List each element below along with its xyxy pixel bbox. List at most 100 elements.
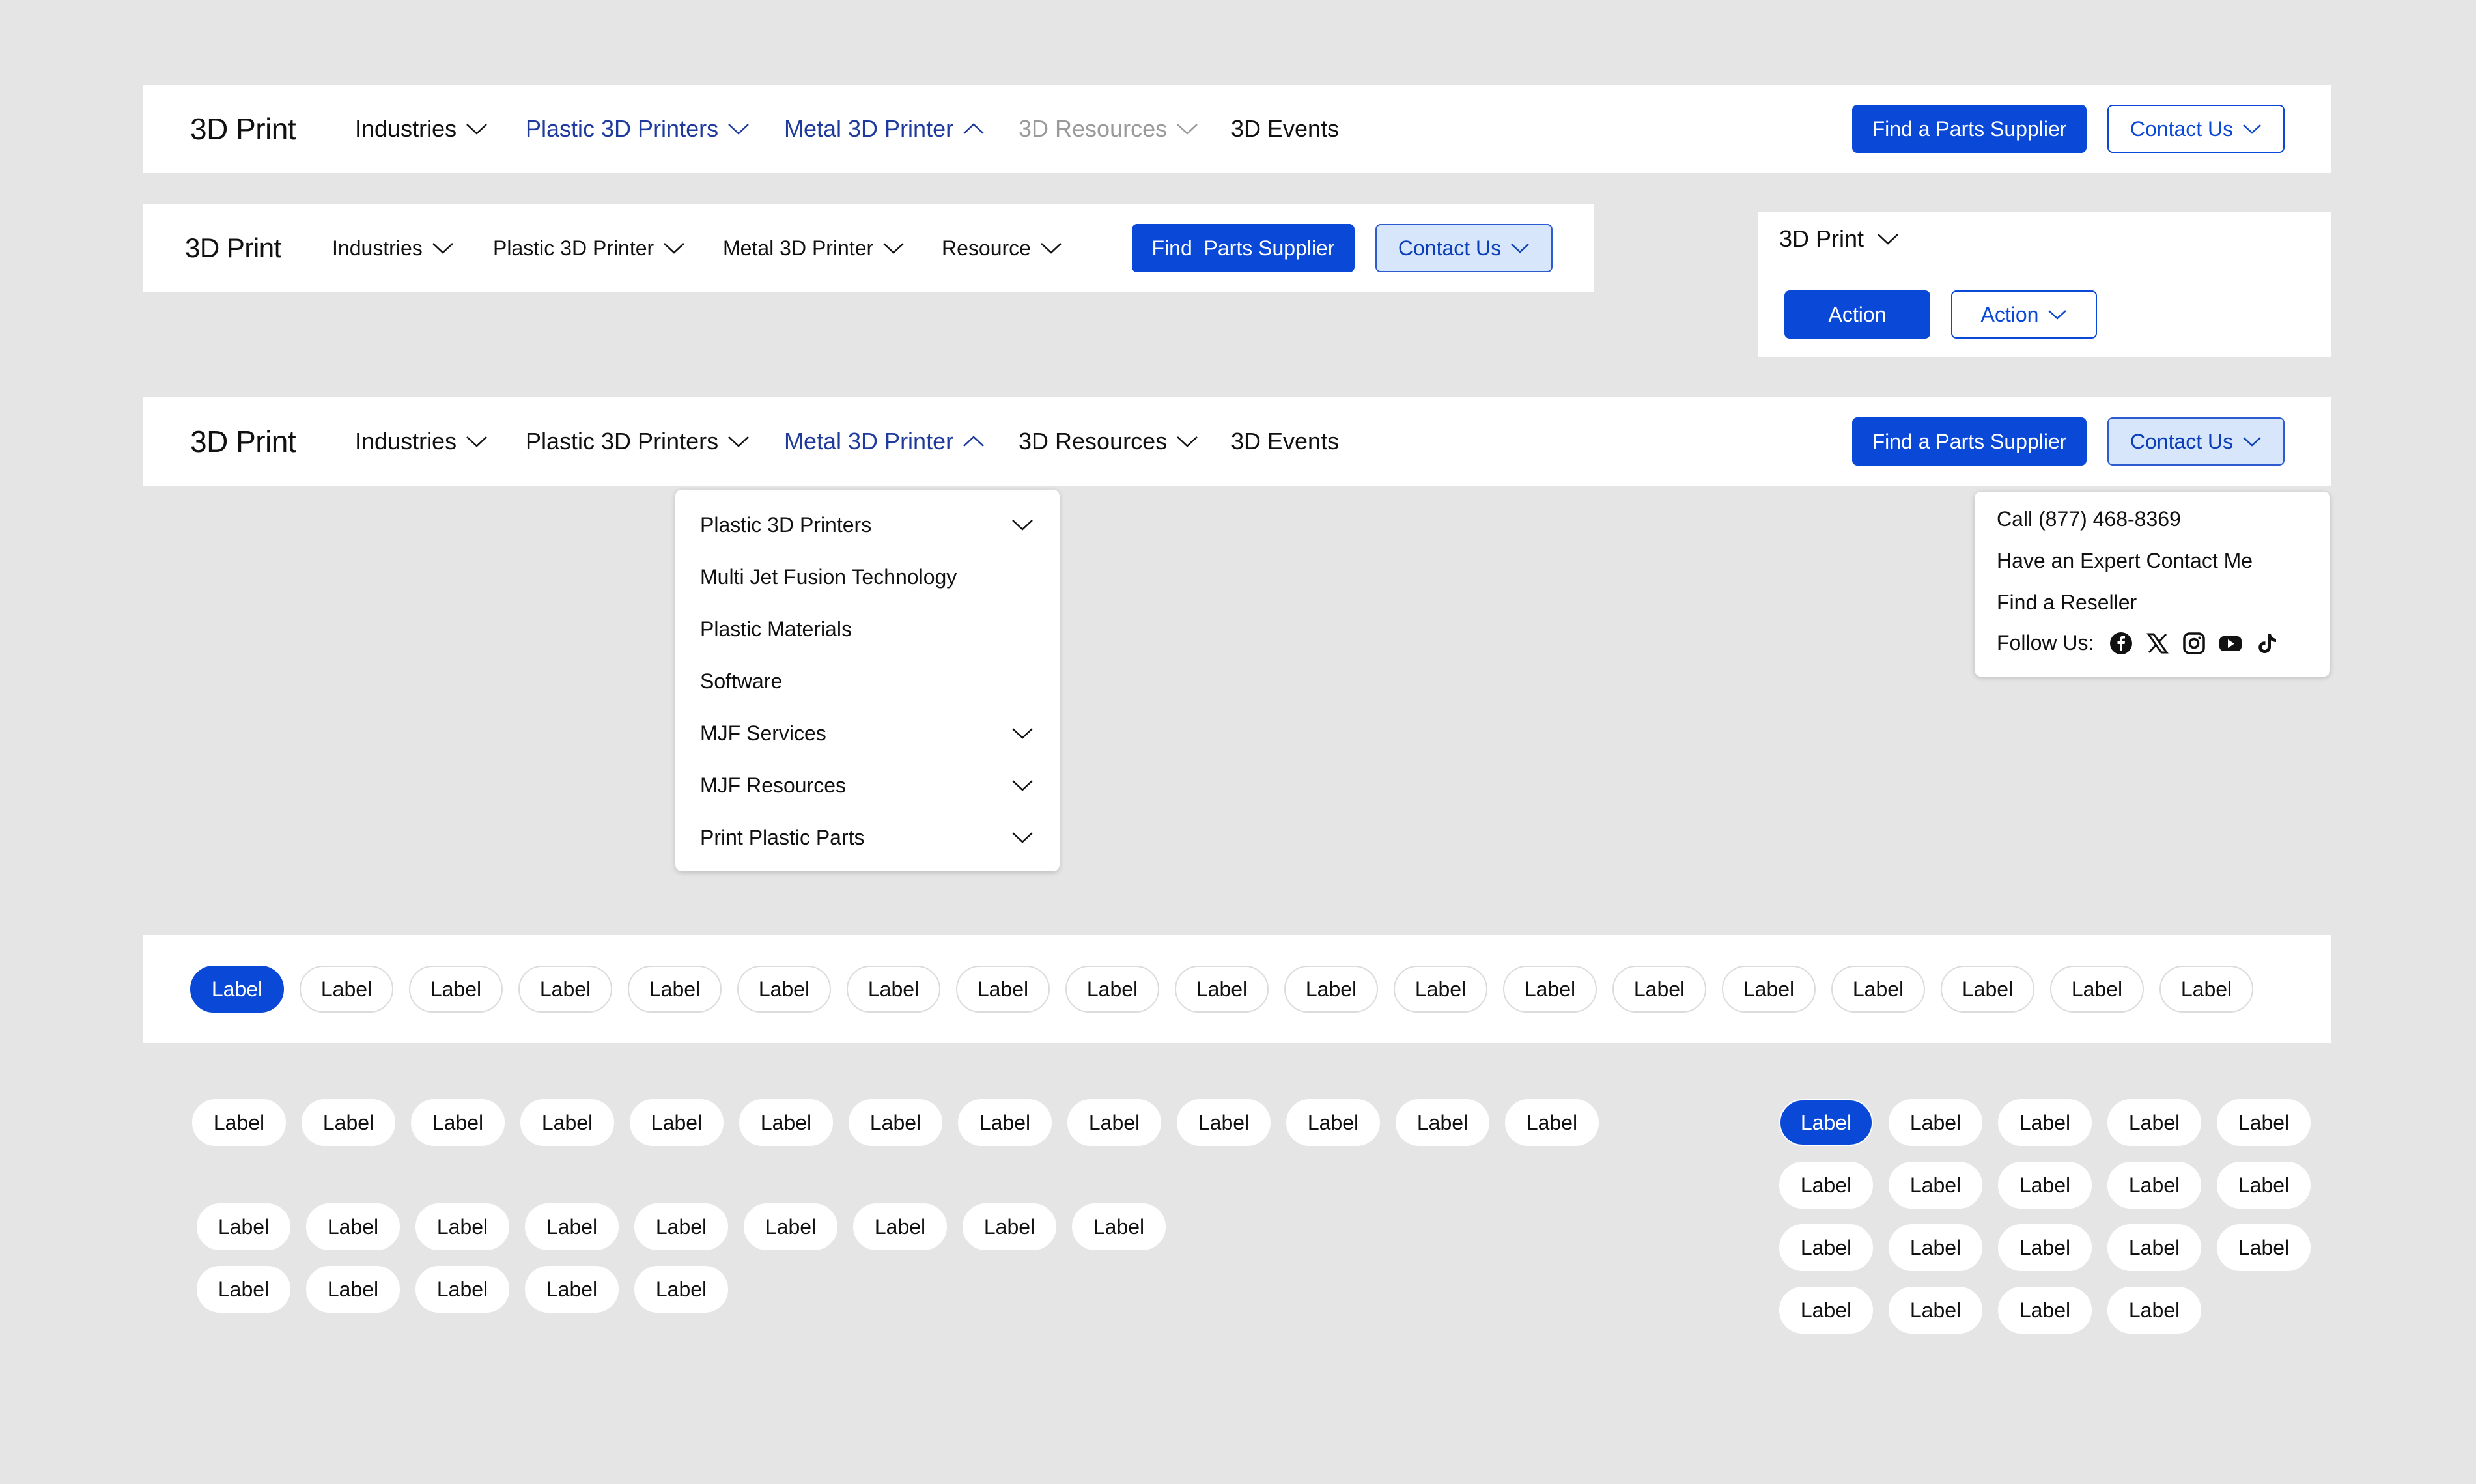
nav-item-industries[interactable]: Industries <box>355 115 488 143</box>
chip[interactable]: Label <box>197 1203 290 1250</box>
brand-dropdown[interactable]: 3D Print <box>1779 225 1899 253</box>
menu-item-software[interactable]: Software <box>700 669 782 693</box>
chip[interactable]: Label <box>1831 966 1925 1013</box>
chip[interactable]: Label <box>1394 966 1487 1013</box>
nav-item-metal-3d-printer[interactable]: Metal 3D Printer <box>784 115 985 143</box>
chip[interactable]: Label <box>525 1203 619 1250</box>
chip[interactable]: Label <box>1889 1224 1982 1271</box>
chip[interactable]: Label <box>2107 1287 2201 1334</box>
chip[interactable]: Label <box>849 1099 942 1146</box>
nav-item-plastic-3d-printers[interactable]: Plastic 3D Printers <box>526 115 750 143</box>
chip[interactable]: Label <box>1779 1287 1873 1334</box>
chip[interactable]: Label <box>2107 1224 2201 1271</box>
chip[interactable]: Label <box>1998 1287 2092 1334</box>
chevron-down-icon[interactable] <box>1011 727 1034 740</box>
chip[interactable]: Label <box>1941 966 2034 1013</box>
chip[interactable]: Label <box>2217 1162 2311 1209</box>
chip[interactable]: Label <box>192 1099 286 1146</box>
chip[interactable]: Label <box>1505 1099 1599 1146</box>
chip[interactable]: Label <box>1889 1162 1982 1209</box>
chip[interactable]: Label <box>520 1099 614 1146</box>
chip[interactable]: Label <box>415 1266 509 1313</box>
chip[interactable]: Label <box>525 1266 619 1313</box>
chip[interactable]: Label <box>306 1203 400 1250</box>
chip[interactable]: Label <box>1779 1224 1873 1271</box>
chip[interactable]: Label <box>1998 1099 2092 1146</box>
find-parts-supplier-button[interactable]: Find a Parts Supplier <box>1852 417 2087 466</box>
x-icon[interactable] <box>2146 632 2169 655</box>
facebook-icon[interactable] <box>2109 632 2133 655</box>
chip[interactable]: Label <box>956 966 1050 1013</box>
chip[interactable]: Label <box>739 1099 833 1146</box>
action-dropdown-button[interactable]: Action <box>1951 290 2097 339</box>
chip[interactable]: Label <box>1889 1099 1982 1146</box>
instagram-icon[interactable] <box>2182 632 2206 655</box>
nav-item-industries[interactable]: Industries <box>332 236 454 260</box>
call-phone-link[interactable]: Call (877) 468-8369 <box>1997 507 2181 531</box>
chip[interactable]: Label <box>300 966 393 1013</box>
nav-item-3d-resources[interactable]: 3D Resources <box>1019 428 1198 455</box>
chip[interactable]: Label <box>1065 966 1159 1013</box>
chip[interactable]: Label <box>1286 1099 1380 1146</box>
chip[interactable]: Label <box>197 1266 290 1313</box>
chip[interactable]: Label <box>2217 1224 2311 1271</box>
youtube-icon[interactable] <box>2219 632 2242 655</box>
chip[interactable]: Label <box>1889 1287 1982 1334</box>
contact-us-button[interactable]: Contact Us <box>1375 224 1553 272</box>
chip[interactable]: Label <box>411 1099 505 1146</box>
chip[interactable]: Label <box>1998 1224 2092 1271</box>
chip[interactable]: Label <box>518 966 612 1013</box>
expert-contact-link[interactable]: Have an Expert Contact Me <box>1997 549 2253 573</box>
find-reseller-link[interactable]: Find a Reseller <box>1997 591 2137 615</box>
nav-item-plastic-3d-printers[interactable]: Plastic 3D Printers <box>526 428 750 455</box>
chip[interactable]: Label <box>1779 1162 1873 1209</box>
chip[interactable]: Label <box>1072 1203 1166 1250</box>
chip[interactable]: Label <box>2217 1099 2311 1146</box>
menu-item-plastic-3d-printers[interactable]: Plastic 3D Printers <box>700 513 871 537</box>
chip[interactable]: Label <box>1998 1162 2092 1209</box>
find-parts-supplier-button[interactable]: Find Parts Supplier <box>1132 224 1355 272</box>
chip[interactable]: Label <box>2050 966 2144 1013</box>
menu-item-mjf-resources[interactable]: MJF Resources <box>700 774 846 798</box>
contact-us-button[interactable]: Contact Us <box>2107 105 2285 153</box>
chip[interactable]: Label <box>2159 966 2253 1013</box>
nav-item-metal-3d-printer[interactable]: Metal 3D Printer <box>784 428 985 455</box>
chip[interactable]: Label <box>306 1266 400 1313</box>
chip[interactable]: Label <box>1396 1099 1489 1146</box>
chip[interactable]: Label <box>190 966 284 1013</box>
chip[interactable]: Label <box>1503 966 1597 1013</box>
chevron-down-icon[interactable] <box>1011 779 1034 792</box>
chip[interactable]: Label <box>1175 966 1269 1013</box>
menu-item-print-plastic-parts[interactable]: Print Plastic Parts <box>700 826 865 850</box>
brand-logo[interactable]: 3D Print <box>190 424 296 459</box>
chip[interactable]: Label <box>2107 1162 2201 1209</box>
chip[interactable]: Label <box>630 1099 724 1146</box>
chip[interactable]: Label <box>958 1099 1052 1146</box>
nav-item-industries[interactable]: Industries <box>355 428 488 455</box>
chip[interactable]: Label <box>409 966 503 1013</box>
chip[interactable]: Label <box>847 966 940 1013</box>
chip[interactable]: Label <box>415 1203 509 1250</box>
chip[interactable]: Label <box>628 966 722 1013</box>
menu-item-plastic-materials[interactable]: Plastic Materials <box>700 617 852 641</box>
chip[interactable]: Label <box>1284 966 1378 1013</box>
chevron-down-icon[interactable] <box>1011 518 1034 531</box>
menu-item-multi-jet-fusion[interactable]: Multi Jet Fusion Technology <box>700 565 957 589</box>
chip[interactable]: Label <box>737 966 831 1013</box>
chip[interactable]: Label <box>1722 966 1816 1013</box>
chip[interactable]: Label <box>2107 1099 2201 1146</box>
chip[interactable]: Label <box>634 1203 728 1250</box>
nav-item-plastic-3d-printer[interactable]: Plastic 3D Printer <box>493 236 685 260</box>
nav-item-3d-resources[interactable]: 3D Resources <box>1019 115 1198 143</box>
chip[interactable]: Label <box>853 1203 947 1250</box>
nav-item-3d-events[interactable]: 3D Events <box>1231 115 1339 143</box>
chip[interactable]: Label <box>1067 1099 1161 1146</box>
chevron-down-icon[interactable] <box>1011 831 1034 844</box>
brand-logo[interactable]: 3D Print <box>185 232 281 264</box>
chip[interactable]: Label <box>634 1266 728 1313</box>
tiktok-icon[interactable] <box>2255 632 2279 655</box>
chip[interactable]: Label <box>1612 966 1706 1013</box>
chip[interactable]: Label <box>744 1203 837 1250</box>
menu-item-mjf-services[interactable]: MJF Services <box>700 721 826 746</box>
action-button[interactable]: Action <box>1784 290 1930 339</box>
